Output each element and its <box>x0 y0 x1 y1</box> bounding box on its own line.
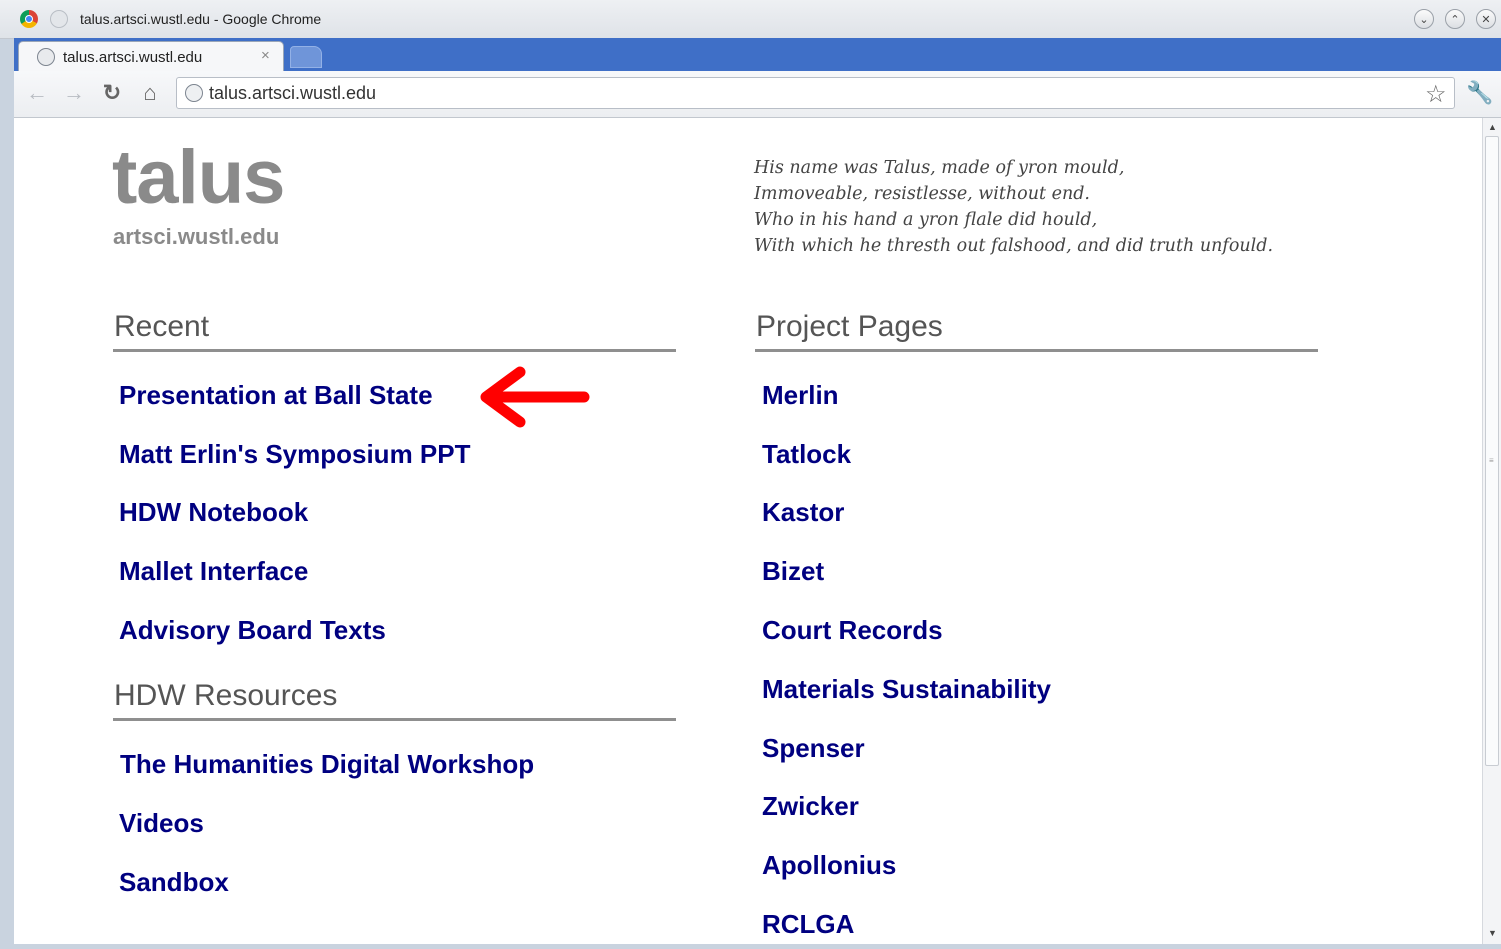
poem-line: With which he thresth out falshood, and … <box>754 236 1274 256</box>
link-zwicker[interactable]: Zwicker <box>762 791 859 822</box>
close-button[interactable]: ✕ <box>1476 9 1496 29</box>
tab-title: talus.artsci.wustl.edu <box>63 49 203 66</box>
project-pages-heading: Project Pages <box>756 310 943 343</box>
star-icon[interactable]: ☆ <box>1425 80 1447 109</box>
link-mallet-interface[interactable]: Mallet Interface <box>119 556 308 587</box>
link-spenser[interactable]: Spenser <box>762 733 865 764</box>
scroll-up-arrow-icon[interactable]: ▲ <box>1485 120 1500 135</box>
site-title: talus <box>112 135 285 220</box>
scroll-down-arrow-icon[interactable]: ▼ <box>1485 926 1500 941</box>
home-icon[interactable]: ⌂ <box>137 80 163 106</box>
tab-close-icon[interactable]: × <box>261 47 270 64</box>
grip-icon: ≡ <box>1489 456 1494 465</box>
chrome-logo-icon <box>20 10 38 28</box>
maximize-button[interactable]: ⌃ <box>1445 9 1465 29</box>
browser-tab[interactable]: talus.artsci.wustl.edu × <box>18 41 284 71</box>
poem-line: Who in his hand a yron flale did hould, <box>754 210 1098 230</box>
hdw-resources-heading: HDW Resources <box>114 679 338 712</box>
link-apollonius[interactable]: Apollonius <box>762 850 896 881</box>
link-videos[interactable]: Videos <box>119 808 204 839</box>
minimize-button[interactable]: ⌄ <box>1414 9 1434 29</box>
poem-line: His name was Talus, made of yron mould, <box>754 158 1125 178</box>
link-matt-erlin-symposium[interactable]: Matt Erlin's Symposium PPT <box>119 439 470 470</box>
project-pages-divider <box>755 349 1318 352</box>
wrench-icon[interactable]: 🔧 <box>1466 80 1493 106</box>
link-sandbox[interactable]: Sandbox <box>119 867 229 898</box>
recent-heading: Recent <box>114 310 210 343</box>
site-subtitle: artsci.wustl.edu <box>113 224 280 249</box>
link-advisory-board-texts[interactable]: Advisory Board Texts <box>119 615 386 646</box>
globe-icon <box>185 84 203 102</box>
window-titlebar: talus.artsci.wustl.edu - Google Chrome ⌄… <box>0 0 1501 39</box>
link-bizet[interactable]: Bizet <box>762 556 824 587</box>
link-court-records[interactable]: Court Records <box>762 615 943 646</box>
url-text[interactable]: talus.artsci.wustl.edu <box>209 83 376 104</box>
poem-line: Immoveable, resistlesse, without end. <box>754 184 1090 204</box>
link-merlin[interactable]: Merlin <box>762 380 839 411</box>
red-arrow-icon <box>480 366 590 428</box>
recent-divider <box>113 349 676 352</box>
address-bar[interactable]: talus.artsci.wustl.edu <box>176 77 1455 109</box>
reload-icon[interactable]: ↻ <box>99 80 125 106</box>
scrollbar-thumb[interactable]: ≡ <box>1485 136 1499 766</box>
epigraph-poem: His name was Talus, made of yron mould, … <box>754 155 1273 259</box>
hdw-resources-divider <box>113 718 676 721</box>
window-menu-icon[interactable] <box>50 10 68 28</box>
link-kastor[interactable]: Kastor <box>762 497 844 528</box>
link-rclga[interactable]: RCLGA <box>762 909 854 940</box>
link-presentation-ball-state[interactable]: Presentation at Ball State <box>119 380 433 411</box>
new-tab-button[interactable] <box>290 46 322 68</box>
link-humanities-digital-workshop[interactable]: The Humanities Digital Workshop <box>120 749 534 780</box>
window-title: talus.artsci.wustl.edu - Google Chrome <box>80 11 322 27</box>
back-arrow-icon[interactable]: ← <box>24 80 50 106</box>
globe-icon <box>37 48 55 66</box>
link-materials-sustainability[interactable]: Materials Sustainability <box>762 674 1051 705</box>
vertical-scrollbar[interactable]: ▲ ≡ ▼ <box>1482 118 1501 944</box>
link-tatlock[interactable]: Tatlock <box>762 439 851 470</box>
link-hdw-notebook[interactable]: HDW Notebook <box>119 497 308 528</box>
forward-arrow-icon[interactable]: → <box>61 80 87 106</box>
